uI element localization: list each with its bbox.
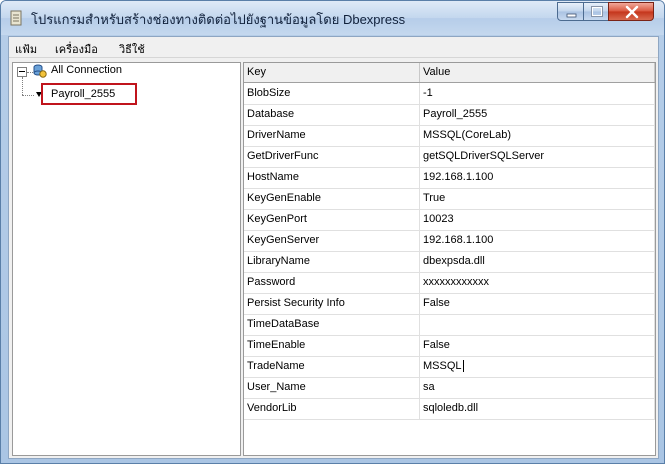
tree-child-label[interactable]: Payroll_2555 (51, 88, 115, 100)
app-icon (10, 10, 22, 26)
column-header-key[interactable]: Key (244, 63, 420, 82)
window-title: โปรแกรมสำหรับสร้างช่องทางติดต่อไปยังฐานข… (31, 12, 406, 27)
client-area: แฟ้ม เครื่องมือ วิธีใช้ All Connection P… (8, 36, 659, 459)
tree-connector (22, 77, 23, 95)
value-cell[interactable]: 192.168.1.100 (420, 230, 655, 251)
close-icon (625, 5, 639, 19)
properties-grid[interactable]: Key Value BlobSize -1 Database Payroll_2555… (243, 62, 656, 456)
value-cell[interactable]: False (420, 335, 655, 356)
table-row[interactable]: KeyGenServer 192.168.1.100 (244, 230, 655, 252)
value-cell[interactable]: sqloledb.dll (420, 398, 655, 419)
menu-help[interactable]: วิธีใช้ (119, 40, 145, 58)
tree-connector (22, 95, 34, 96)
value-cell[interactable]: True (420, 188, 655, 209)
menu-file[interactable]: แฟ้ม (15, 40, 37, 58)
table-row[interactable]: KeyGenPort 10023 (244, 209, 655, 231)
key-cell[interactable]: TradeName (244, 356, 420, 377)
key-cell[interactable]: TimeEnable (244, 335, 420, 356)
key-cell[interactable]: LibraryName (244, 251, 420, 272)
value-cell[interactable]: 10023 (420, 209, 655, 230)
key-cell[interactable]: KeyGenEnable (244, 188, 420, 209)
minimize-icon (566, 13, 577, 18)
key-cell[interactable]: Persist Security Info (244, 293, 420, 314)
key-cell[interactable]: VendorLib (244, 398, 420, 419)
table-row[interactable]: BlobSize -1 (244, 83, 655, 105)
table-row[interactable]: Password xxxxxxxxxxxx (244, 272, 655, 294)
collapse-icon[interactable] (17, 67, 27, 77)
text-caret (462, 360, 464, 373)
database-connection-icon (33, 64, 47, 78)
value-cell[interactable]: 192.168.1.100 (420, 167, 655, 188)
table-row[interactable]: Persist Security Info False (244, 293, 655, 315)
table-row[interactable]: GetDriverFunc getSQLDriverSQLServer (244, 146, 655, 168)
table-row[interactable]: VendorLib sqloledb.dll (244, 398, 655, 420)
key-cell[interactable]: DriverName (244, 125, 420, 146)
title-bar[interactable]: โปรแกรมสำหรับสร้างช่องทางติดต่อไปยังฐานข… (1, 1, 664, 35)
minimize-button[interactable] (557, 2, 584, 21)
tree-root-label[interactable]: All Connection (51, 64, 122, 76)
value-cell[interactable]: getSQLDriverSQLServer (420, 146, 655, 167)
value-cell[interactable]: xxxxxxxxxxxx (420, 272, 655, 293)
value-cell[interactable]: dbexpsda.dll (420, 251, 655, 272)
table-row[interactable]: TimeDataBase (244, 314, 655, 336)
menu-tools[interactable]: เครื่องมือ (55, 40, 98, 58)
table-row[interactable]: User_Name sa (244, 377, 655, 399)
table-row[interactable]: LibraryName dbexpsda.dll (244, 251, 655, 273)
key-cell[interactable]: HostName (244, 167, 420, 188)
table-row[interactable]: TradeName MSSQL (244, 356, 655, 378)
grid-header: Key Value (244, 63, 655, 83)
maximize-icon (591, 6, 603, 17)
value-cell[interactable]: False (420, 293, 655, 314)
value-cell[interactable]: -1 (420, 83, 655, 104)
value-cell[interactable]: sa (420, 377, 655, 398)
key-cell[interactable]: GetDriverFunc (244, 146, 420, 167)
key-cell[interactable]: Password (244, 272, 420, 293)
key-cell[interactable]: User_Name (244, 377, 420, 398)
value-cell[interactable]: MSSQL(CoreLab) (420, 125, 655, 146)
maximize-button[interactable] (583, 2, 609, 21)
connection-tree[interactable]: All Connection Payroll_2555 (12, 62, 241, 456)
menu-bar: แฟ้ม เครื่องมือ วิธีใช้ (9, 37, 658, 58)
value-cell[interactable]: MSSQL (420, 356, 655, 377)
column-header-value[interactable]: Value (420, 63, 655, 82)
key-cell[interactable]: BlobSize (244, 83, 420, 104)
value-cell[interactable] (420, 314, 655, 335)
table-row[interactable]: KeyGenEnable True (244, 188, 655, 210)
table-row[interactable]: TimeEnable False (244, 335, 655, 357)
key-cell[interactable]: KeyGenPort (244, 209, 420, 230)
key-cell[interactable]: KeyGenServer (244, 230, 420, 251)
app-window: โปรแกรมสำหรับสร้างช่องทางติดต่อไปยังฐานข… (0, 0, 665, 464)
key-cell[interactable]: Database (244, 104, 420, 125)
table-row[interactable]: HostName 192.168.1.100 (244, 167, 655, 189)
key-cell[interactable]: TimeDataBase (244, 314, 420, 335)
table-row[interactable]: Database Payroll_2555 (244, 104, 655, 126)
table-row[interactable]: DriverName MSSQL(CoreLab) (244, 125, 655, 147)
value-cell[interactable]: Payroll_2555 (420, 104, 655, 125)
close-button[interactable] (608, 2, 654, 21)
